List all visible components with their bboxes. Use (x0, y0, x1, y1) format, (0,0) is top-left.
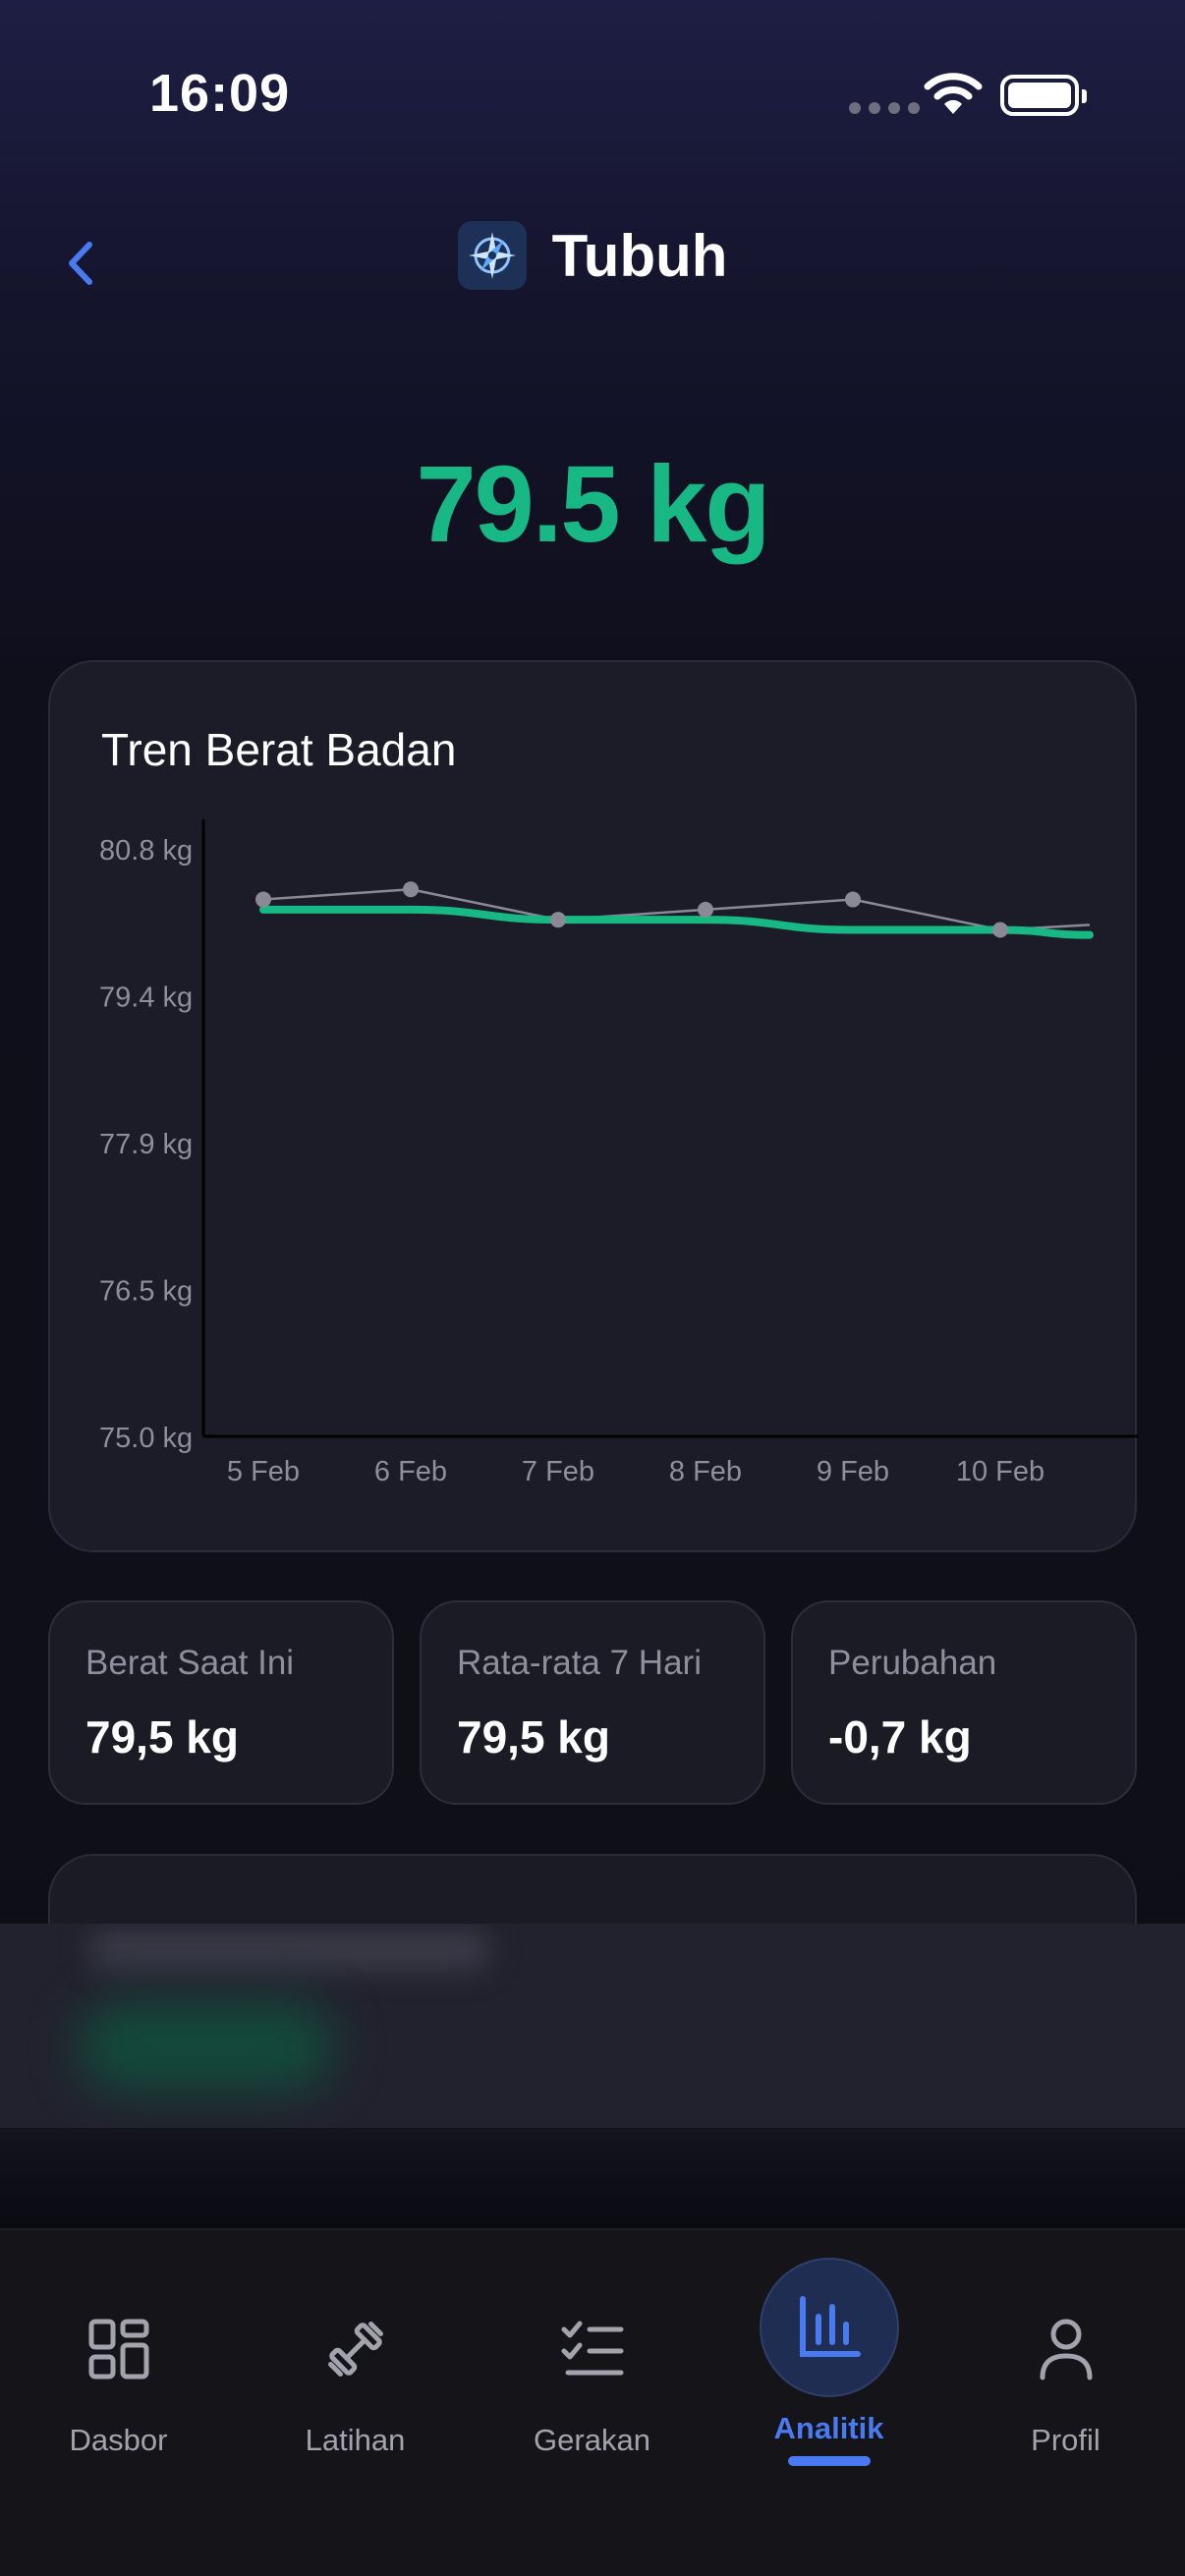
tab-analitik[interactable]: Analitik (710, 2230, 947, 2525)
person-icon (1022, 2305, 1110, 2393)
data-point (403, 881, 419, 898)
tab-profil[interactable]: Profil (947, 2230, 1184, 2525)
status-bar: 16:09 (0, 0, 1185, 196)
checklist-icon (548, 2305, 637, 2393)
bottom-tab-bar: Dasbor Latihan Gerakan Analitik Profil (0, 2228, 1185, 2576)
weight-trend-card: Tren Berat Badan 80.8 kg 79.4 kg 77.9 kg 76… (48, 660, 1139, 1552)
page-title: Tubuh (551, 222, 728, 289)
stat-value: -0,7 kg (828, 1711, 972, 1763)
bar-chart-icon (785, 2283, 874, 2372)
current-weight-display: 79.5 kg (416, 444, 770, 565)
data-point (845, 891, 861, 908)
tab-gerakan[interactable]: Gerakan (474, 2230, 710, 2525)
tab-dasbor[interactable]: Dasbor (0, 2230, 237, 2525)
stat-value: 79,5 kg (457, 1711, 610, 1763)
x-tick-label: 7 Feb (522, 1456, 594, 1487)
data-point (255, 891, 271, 908)
y-tick-label: 76.5 kg (99, 1276, 193, 1308)
x-tick-label: 8 Feb (669, 1456, 742, 1487)
stat-value: 79,5 kg (85, 1711, 239, 1763)
tab-label: Dasbor (69, 2423, 168, 2457)
stat-label: Berat Saat Ini (85, 1644, 295, 1682)
tab-label: Analitik (773, 2411, 884, 2445)
data-point (992, 922, 1008, 938)
fade-overlay (0, 2128, 1185, 2230)
y-tick-label: 80.8 kg (99, 835, 193, 867)
blurred-content-overlay (0, 1924, 1185, 2128)
y-tick-label: 75.0 kg (99, 1423, 193, 1454)
stat-card-current-weight: Berat Saat Ini 79,5 kg (48, 1600, 394, 1805)
weight-trend-chart: 80.8 kg 79.4 kg 77.9 kg 76.5 kg 75.0 kg 5 Fe… (99, 819, 1139, 1487)
screen: 16:09 Tubuh 79.5 kg Tren Berat Badan 80.… (0, 0, 1185, 2576)
wifi-icon (924, 71, 983, 121)
y-tick-label: 77.9 kg (99, 1129, 193, 1160)
status-time: 16:09 (149, 64, 291, 123)
active-tab-indicator (787, 2456, 871, 2466)
battery-icon (1000, 75, 1087, 116)
x-tick-label: 9 Feb (817, 1456, 889, 1487)
data-point (698, 901, 713, 918)
stat-card-change: Perubahan -0,7 kg (791, 1600, 1137, 1805)
tab-label: Profil (1031, 2423, 1100, 2457)
x-tick-label: 10 Feb (956, 1456, 1044, 1487)
dashboard-grid-icon (75, 2305, 163, 2393)
tab-latihan[interactable]: Latihan (237, 2230, 474, 2525)
dumbbell-icon (311, 2305, 400, 2393)
stat-label: Perubahan (828, 1644, 997, 1682)
tab-label: Gerakan (534, 2423, 650, 2457)
y-tick-label: 79.4 kg (99, 982, 193, 1014)
stat-label: Rata-rata 7 Hari (457, 1644, 702, 1682)
x-tick-label: 5 Feb (227, 1456, 300, 1487)
stat-card-7-day-average: Rata-rata 7 Hari 79,5 kg (420, 1600, 765, 1805)
page-header: Tubuh (0, 221, 1185, 290)
data-point (550, 912, 566, 928)
x-tick-label: 6 Feb (374, 1456, 447, 1487)
compass-star-icon (457, 221, 527, 290)
tab-label: Latihan (305, 2423, 406, 2457)
cellular-signal-icon (849, 102, 920, 114)
